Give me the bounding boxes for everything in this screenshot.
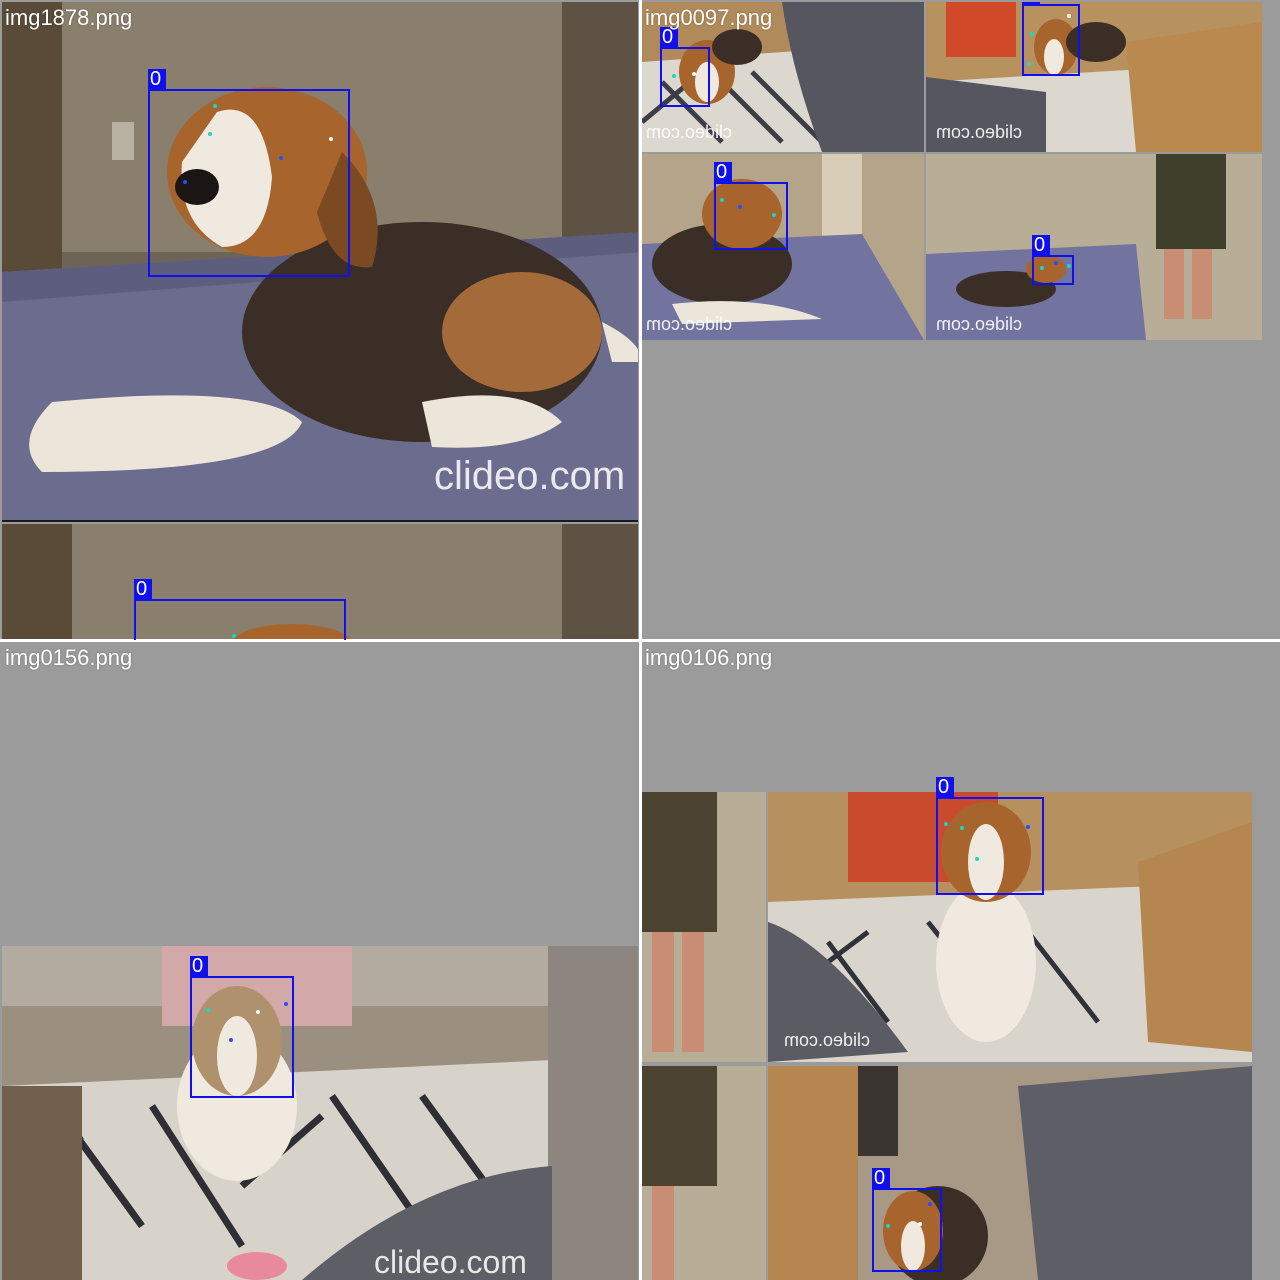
keypoint: [975, 857, 979, 861]
watermark-text: clideo.com: [936, 122, 1023, 142]
keypoint: [918, 1222, 922, 1226]
keypoint: [183, 180, 187, 184]
photo-beagle-under-table: [768, 1066, 1252, 1280]
mosaic-tile-img0106: clideo.com 0 0 img0106.png: [642, 642, 1280, 1280]
watermark: clideo.com: [646, 122, 732, 143]
keypoint: [213, 104, 217, 108]
photo-person-legs: [642, 792, 766, 1062]
keypoint: [672, 74, 676, 78]
keypoint: [232, 634, 236, 638]
watermark: clideo.com: [374, 1244, 527, 1280]
box-class-label: 0: [190, 956, 208, 976]
keypoint: [1054, 261, 1058, 265]
keypoint: [279, 156, 283, 160]
keypoint: [1026, 825, 1030, 829]
detection-box: 0: [190, 956, 294, 1098]
keypoint: [1067, 14, 1071, 18]
image-filename-label: img0097.png: [645, 5, 773, 30]
keypoint: [229, 1038, 233, 1042]
box-class-label: 0: [872, 1168, 890, 1188]
mosaic-tile-img1878: clideo.com 0 0 img1878.png: [2, 2, 640, 640]
watermark: clideo.com: [646, 314, 732, 335]
watermark-text: clideo.com: [784, 1030, 871, 1050]
detection-box: 0: [936, 777, 1044, 895]
box-class-label: 0: [1022, 2, 1040, 4]
keypoint: [738, 205, 742, 209]
watermark: clideo.com: [784, 1030, 870, 1051]
keypoint: [886, 1224, 890, 1228]
keypoint: [928, 1202, 932, 1206]
detection-box: 0: [872, 1168, 942, 1272]
detection-box: 0: [1022, 2, 1080, 76]
keypoint: [1030, 32, 1034, 36]
photo-beagle-sitting-on-rug: clideo.com: [2, 946, 638, 1280]
keypoint: [960, 826, 964, 830]
watermark: clideo.com: [936, 314, 1022, 335]
keypoint: [256, 1010, 260, 1014]
keypoint: [692, 72, 696, 76]
box-class-label: 0: [1032, 235, 1050, 255]
detection-box: 0: [1032, 235, 1074, 285]
box-class-label: 0: [148, 69, 166, 89]
box-class-label: 0: [714, 162, 732, 182]
photo-beagle-and-person: clideo.com: [926, 154, 1262, 340]
keypoint: [772, 213, 776, 217]
keypoint: [944, 822, 948, 826]
watermark-text: clideo.com: [646, 122, 733, 142]
photo-person-legs-2: [642, 1066, 766, 1280]
detection-box: 0: [148, 69, 350, 277]
watermark: clideo.com: [936, 122, 1022, 143]
watermark: clideo.com: [434, 454, 626, 498]
detection-box: 0: [134, 579, 346, 640]
box-class-label: 0: [134, 579, 152, 599]
image-filename-label: img0106.png: [645, 645, 773, 670]
image-filename-label: img0156.png: [5, 645, 133, 670]
keypoint: [1067, 264, 1071, 268]
keypoint: [1040, 266, 1044, 270]
keypoint: [284, 1002, 288, 1006]
keypoint: [329, 137, 333, 141]
detection-box: 0: [660, 27, 710, 107]
watermark-text: clideo.com: [646, 314, 733, 334]
image-filename-label: img1878.png: [5, 5, 133, 30]
mosaic-tile-img0156: clideo.com 0 img0156.png: [2, 642, 640, 1280]
mosaic-grid: clideo.com 0 0 img1878.png clideo.com cl…: [0, 0, 1280, 1280]
detection-box: 0: [714, 162, 788, 250]
keypoint: [208, 132, 212, 136]
watermark-text: clideo.com: [936, 314, 1023, 334]
mosaic-tile-img0097: clideo.com clideo.com clideo.com clideo.…: [642, 2, 1280, 640]
box-class-label: 0: [936, 777, 954, 797]
keypoint: [206, 1008, 210, 1012]
keypoint: [1027, 62, 1031, 66]
keypoint: [720, 198, 724, 202]
photo-beagle-standing: clideo.com: [926, 2, 1262, 152]
